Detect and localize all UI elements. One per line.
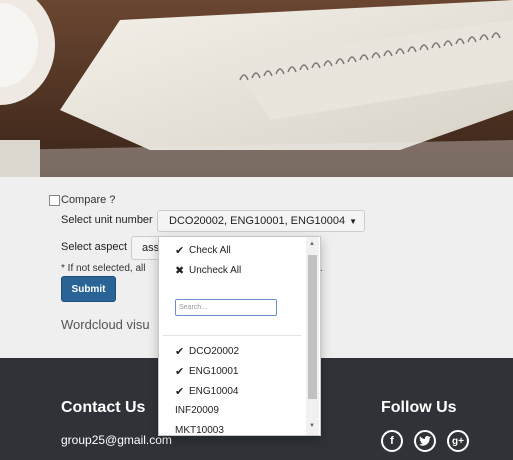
check-icon: ✔ <box>175 346 185 358</box>
divider <box>163 335 301 336</box>
option-inf20009[interactable]: INF20009 <box>175 405 219 416</box>
compare-checkbox[interactable] <box>49 194 60 206</box>
check-icon: ✔ <box>175 245 185 257</box>
twitter-icon[interactable] <box>414 430 436 452</box>
facebook-icon[interactable]: f <box>381 430 403 452</box>
compare-label: Compare ? <box>61 194 116 206</box>
contact-title: Contact Us <box>61 399 146 416</box>
scroll-up-icon[interactable]: ▲ <box>309 241 315 247</box>
aspect-label: Select aspect <box>61 241 128 253</box>
unit-dropdown-menu: ✔ Check All ✖ Uncheck All Search... ✔ DC… <box>158 236 321 436</box>
option-mkt10003[interactable]: MKT10003 <box>175 425 224 436</box>
compare-row[interactable]: Compare ? <box>49 194 115 206</box>
option-dco20002[interactable]: ✔ DCO20002 <box>175 345 239 358</box>
search-placeholder: Search... <box>179 304 208 311</box>
option-label: MKT10003 <box>175 425 224 436</box>
note-text: * If not selected, all <box>61 263 146 274</box>
unit-label: Select unit number <box>61 214 153 226</box>
unit-select-button[interactable]: DCO20002, ENG10001, ENG10004 ▼ <box>157 210 365 232</box>
check-all-option[interactable]: ✔ Check All <box>175 244 231 257</box>
scrollbar-thumb[interactable] <box>308 255 317 399</box>
check-icon: ✔ <box>175 366 185 378</box>
dropdown-search-input[interactable]: Search... <box>175 299 277 316</box>
check-icon: ✔ <box>175 386 185 398</box>
google-plus-icon[interactable]: g+ <box>447 430 469 452</box>
wordcloud-heading: Wordcloud visu <box>61 317 150 332</box>
aspect-select-value: ass <box>142 242 159 254</box>
uncheck-all-option[interactable]: ✖ Uncheck All <box>175 264 241 277</box>
submit-label: Submit <box>71 283 106 295</box>
uncheck-all-label: Uncheck All <box>189 265 242 276</box>
x-icon: ✖ <box>175 265 185 277</box>
option-label: ENG10004 <box>189 386 239 397</box>
scroll-down-icon[interactable]: ▼ <box>309 423 315 429</box>
unit-select-value: DCO20002, ENG10001, ENG10004 <box>169 215 346 227</box>
aspect-select[interactable]: ass <box>131 236 159 260</box>
option-label: INF20009 <box>175 405 219 416</box>
check-all-label: Check All <box>189 245 231 256</box>
option-label: DCO20002 <box>189 346 240 357</box>
option-label: ENG10001 <box>189 366 239 377</box>
contact-email[interactable]: group25@gmail.com <box>61 433 172 447</box>
option-eng10001[interactable]: ✔ ENG10001 <box>175 365 238 378</box>
option-eng10004[interactable]: ✔ ENG10004 <box>175 385 238 398</box>
caret-down-icon: ▼ <box>349 216 358 226</box>
follow-title: Follow Us <box>381 399 457 416</box>
dropdown-scrollbar[interactable]: ▲ ▼ <box>306 237 319 435</box>
hero-image <box>0 0 513 177</box>
submit-button[interactable]: Submit <box>61 276 116 302</box>
